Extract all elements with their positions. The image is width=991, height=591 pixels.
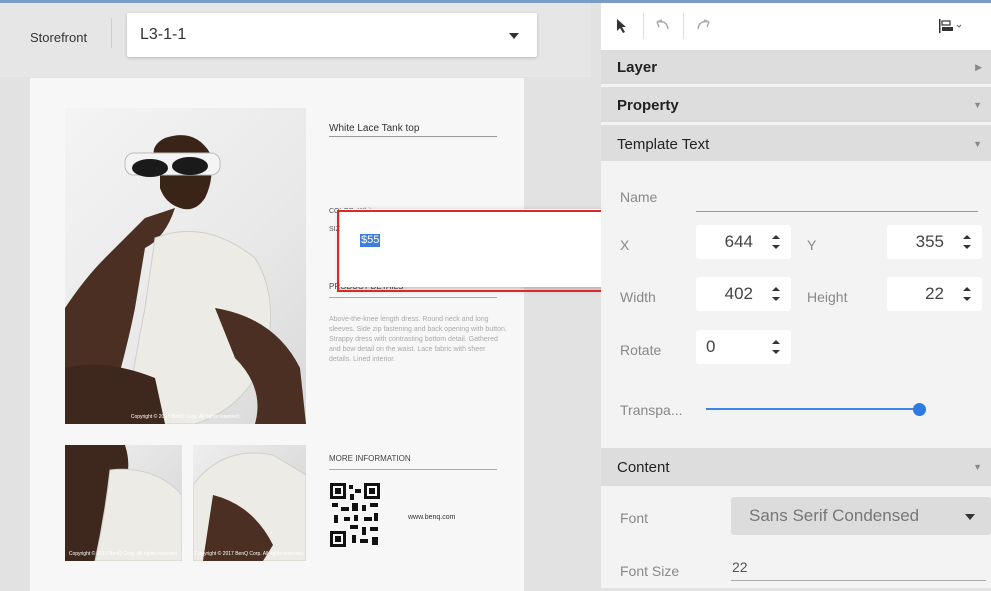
panel-toolbar — [601, 3, 991, 50]
product-main-photo[interactable]: Copyright © 2017 BenQ Corp. All rights r… — [65, 108, 306, 424]
template-canvas[interactable]: Copyright © 2017 BenQ Corp. All rights r… — [30, 78, 611, 591]
title-rule — [329, 136, 497, 137]
stepper-arrows-icon[interactable] — [771, 233, 781, 251]
redo-icon — [697, 19, 710, 30]
height-label: Height — [807, 289, 848, 305]
chevron-down-icon: ▼ — [973, 462, 982, 472]
chevron-down-icon: ▼ — [973, 139, 982, 149]
transparency-slider-track[interactable] — [706, 408, 919, 410]
section-property-label: Property — [617, 97, 679, 114]
thumb-illustration-1 — [65, 445, 182, 561]
section-template-text-label: Template Text — [617, 136, 710, 153]
properties-panel: Layer ▶ Property ▼ Template Text ▼ Name … — [601, 3, 991, 588]
section-layer[interactable]: Layer ▶ — [601, 50, 991, 84]
stepper-arrows-icon[interactable] — [962, 285, 972, 303]
product-thumb-1[interactable]: Copyright © 2017 BenQ Corp. All rights r… — [65, 445, 182, 561]
layout-dropdown[interactable]: L3-1-1 — [127, 13, 537, 57]
product-thumb-2[interactable]: Copyright © 2017 BenQ Corp. All rights r… — [193, 445, 306, 561]
stepper-arrows-icon[interactable] — [962, 233, 972, 251]
font-label: Font — [620, 510, 649, 526]
font-size-label: Font Size — [620, 563, 680, 579]
chevron-down-icon — [509, 33, 519, 39]
align-left-icon — [939, 19, 962, 33]
section-content[interactable]: Content ▼ — [601, 448, 991, 486]
section-content-label: Content — [617, 459, 670, 476]
rotate-value: 0 — [706, 337, 716, 356]
more-info-rule — [329, 469, 497, 470]
y-stepper[interactable]: 355 — [887, 225, 982, 259]
qr-code-icon[interactable] — [330, 483, 380, 547]
name-input[interactable] — [696, 211, 978, 212]
font-dropdown[interactable]: Sans Serif Condensed — [731, 497, 991, 535]
width-stepper[interactable]: 402 — [696, 277, 791, 311]
transparency-label: Transpa... — [620, 402, 683, 418]
x-stepper[interactable]: 644 — [696, 225, 791, 259]
chevron-down-icon: ▼ — [973, 100, 982, 110]
x-label: X — [620, 237, 630, 253]
price-text-editor[interactable]: $55 — [340, 209, 607, 287]
thumb-illustration-2 — [193, 452, 306, 561]
width-label: Width — [620, 289, 656, 305]
rotate-stepper[interactable]: 0 — [696, 330, 791, 364]
y-value: 355 — [915, 232, 944, 251]
undo-icon — [656, 19, 669, 30]
chevron-right-icon: ▶ — [975, 62, 982, 72]
section-layer-label: Layer — [617, 59, 658, 76]
stepper-arrows-icon[interactable] — [771, 338, 781, 356]
toolbar-separator — [643, 13, 644, 39]
stepper-arrows-icon[interactable] — [771, 285, 781, 303]
select-tool-button[interactable] — [613, 15, 631, 37]
height-stepper[interactable]: 22 — [887, 277, 982, 311]
model-photo-illustration — [65, 135, 306, 424]
rotate-label: Rotate — [620, 342, 662, 358]
details-rule — [329, 297, 497, 298]
undo-button[interactable] — [653, 15, 671, 37]
layout-dropdown-value: L3-1-1 — [140, 26, 187, 43]
toolbar-separator — [683, 13, 684, 39]
storefront-label: Storefront — [30, 30, 88, 45]
copyright-text-thumb-1: Copyright © 2017 BenQ Corp. All rights r… — [68, 551, 179, 557]
cursor-arrow-icon — [617, 19, 626, 33]
editor-toolbar: Storefront L3-1-1 — [0, 3, 591, 77]
section-property[interactable]: Property ▼ — [601, 87, 991, 122]
font-size-value[interactable]: 22 — [732, 559, 748, 575]
redo-button[interactable] — [695, 15, 713, 37]
section-template-text[interactable]: Template Text ▼ — [601, 125, 991, 161]
width-value: 402 — [724, 284, 753, 303]
product-title[interactable]: White Lace Tank top — [329, 123, 419, 134]
details-text[interactable]: Above-the-knee length dress. Round neck … — [329, 315, 509, 365]
align-menu-button[interactable] — [938, 15, 962, 37]
x-value: 644 — [724, 232, 753, 251]
more-info-title[interactable]: MORE INFORMATION — [329, 454, 411, 463]
copyright-text: Copyright © 2017 BenQ Corp. All rights r… — [130, 414, 241, 420]
copyright-text-thumb-2: Copyright © 2017 BenQ Corp. All rights r… — [194, 551, 305, 557]
chevron-down-icon — [965, 514, 975, 520]
website-text[interactable]: www.benq.com — [408, 514, 455, 521]
transparency-slider-thumb[interactable] — [912, 403, 926, 416]
name-label: Name — [620, 189, 658, 205]
price-text-selected[interactable]: $55 — [360, 234, 381, 247]
toolbar-divider — [111, 18, 112, 48]
height-value: 22 — [925, 284, 944, 303]
y-label: Y — [807, 237, 817, 253]
font-dropdown-value: Sans Serif Condensed — [749, 506, 920, 525]
editor-area: Storefront L3-1-1 Copyright © 2017 BenQ … — [0, 3, 611, 591]
font-size-input-line — [731, 580, 986, 581]
